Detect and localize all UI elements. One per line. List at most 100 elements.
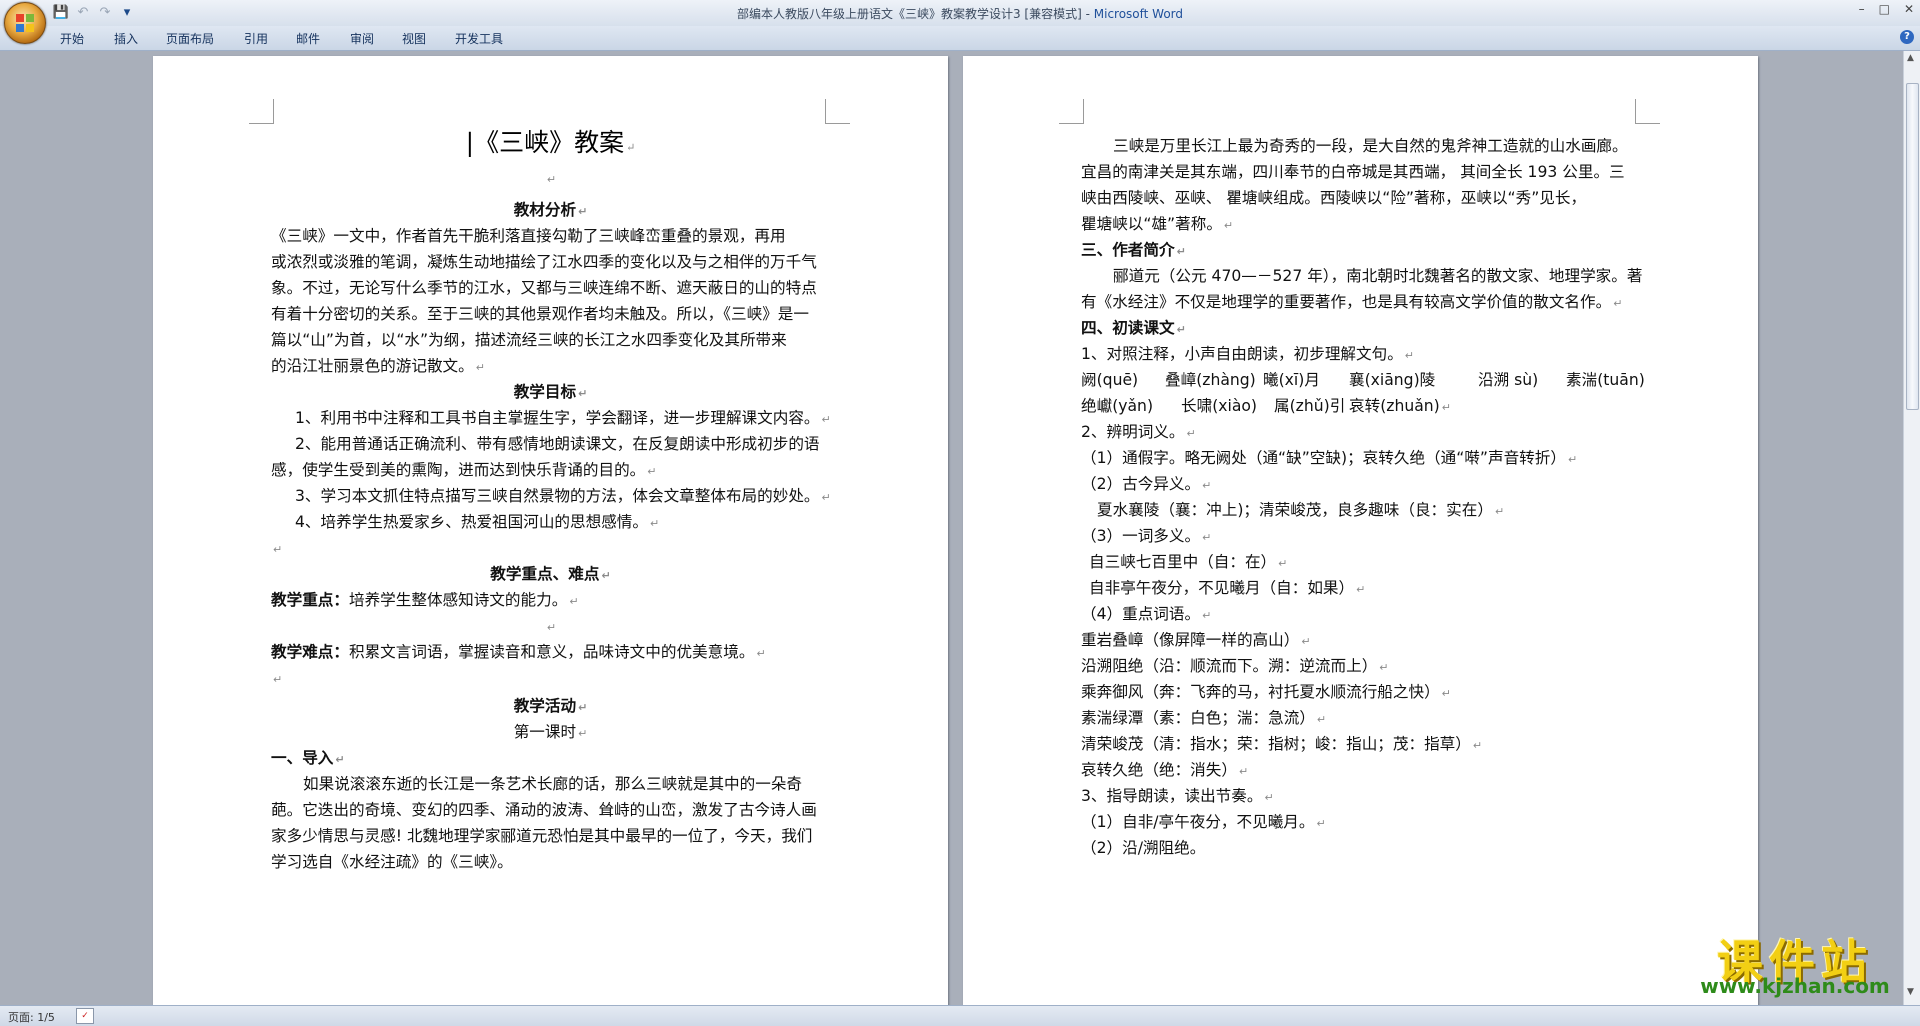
tab-insert[interactable]: 插入	[114, 30, 138, 47]
vocab-item: 乘奔御风（奔：飞奔的马，衬托夏水顺流行船之快） ↵	[1081, 683, 1451, 701]
vocab-item: 重岩叠嶂（像屏障一样的高山） ↵	[1081, 631, 1311, 649]
maximize-button[interactable]: □	[1879, 2, 1890, 16]
paragraph-line: 家多少情思与灵感! 北魏地理学家郦道元恐怕是其中最早的一位了，今天，我们	[271, 827, 813, 845]
heading-textbook-analysis: 教材分析 ↵	[513, 201, 588, 219]
pinyin-item: 哀转(zhuǎn) ↵	[1349, 397, 1451, 415]
goal-item: 1、利用书中注释和工具书自主掌握生字，学会翻译，进一步理解课文内容。 ↵	[295, 409, 831, 427]
vocab-item: 哀转久绝（绝：消失） ↵	[1081, 761, 1249, 779]
paragraph-line: 的沿江壮丽景色的游记散文。 ↵	[271, 357, 485, 375]
difficulty-line: 教学难点：积累文言词语，掌握读音和意义，品味诗文中的优美意境。 ↵	[271, 643, 766, 661]
help-icon[interactable]: ?	[1900, 30, 1914, 44]
window-title-app: Microsoft Word	[1093, 7, 1184, 21]
list-item: （3）一词多义。 ↵	[1081, 527, 1212, 545]
close-button[interactable]: ✕	[1904, 2, 1914, 16]
paragraph-line: 葩。它迭出的奇境、变幻的四季、涌动的波涛、耸峙的山峦，激发了古今诗人画	[271, 801, 817, 819]
crop-mark	[1059, 99, 1084, 124]
paragraph-mark: ↵	[273, 673, 283, 686]
list-item: （1）通假字。略无阙处（通“缺”空缺)；哀转久绝（通“啭”声音转折） ↵	[1081, 449, 1578, 467]
tab-mailings[interactable]: 邮件	[296, 30, 320, 47]
minimize-button[interactable]: –	[1859, 2, 1865, 16]
list-item: 自非亭午夜分，不见曦月（自：如果） ↵	[1089, 579, 1366, 597]
section-intro-heading: 一、导入 ↵	[271, 749, 345, 767]
heading-activities: 教学活动 ↵	[513, 697, 588, 715]
vocab-item: 清荣峻茂（清：指水；荣：指树；峻：指山；茂：指草） ↵	[1081, 735, 1483, 753]
tab-page-layout[interactable]: 页面布局	[166, 30, 214, 47]
tab-view[interactable]: 视图	[402, 30, 426, 47]
title-bar: 💾 ↶ ↷ ▾ 部编本人教版八年级上册语文《三峡》教案教学设计3 [兼容模式] …	[0, 0, 1920, 26]
tab-review[interactable]: 审阅	[350, 30, 374, 47]
paragraph-line: 三峡是万里长江上最为奇秀的一段，是大自然的鬼斧神工造就的山水画廊。	[1113, 137, 1628, 155]
document-page-2: 三峡是万里长江上最为奇秀的一段，是大自然的鬼斧神工造就的山水画廊。 宜昌的南津关…	[963, 56, 1758, 1005]
vertical-scrollbar[interactable]: ▲ ▼	[1903, 51, 1920, 1005]
paragraph-line: 如果说滚滚东逝的长江是一条艺术长廊的话，那么三峡就是其中的一朵奇	[303, 775, 803, 793]
goal-item: 2、能用普通话正确流利、带有感情地朗读课文，在反复朗读中形成初步的语	[295, 435, 820, 453]
lesson-one-label: 第一课时 ↵	[513, 723, 588, 741]
goal-item-cont: 感，使学生受到美的熏陶，进而达到快乐背诵的目的。 ↵	[271, 461, 657, 479]
list-item: 1、对照注释，小声自由朗读，初步理解文句。 ↵	[1081, 345, 1415, 363]
document-title: |《三峡》教案 ↵	[465, 128, 636, 157]
office-button[interactable]	[4, 2, 46, 44]
vocab-item: 素湍绿潭（素：白色；湍：急流） ↵	[1081, 709, 1327, 727]
document-page-1: |《三峡》教案 ↵ ↵ 教材分析 ↵ 《三峡》一文中，作者首先干脆利落直接勾勒了三峡…	[153, 56, 948, 1005]
list-item: （2）古今异义。 ↵	[1081, 475, 1212, 493]
watermark-url: www.kjzhan.com	[1700, 974, 1890, 998]
window-controls: – □ ✕	[1859, 2, 1914, 16]
heading-teaching-goals: 教学目标 ↵	[513, 383, 588, 401]
tab-developer[interactable]: 开发工具	[455, 30, 503, 47]
pinyin-item: 绝巘(yǎn)	[1081, 397, 1154, 415]
paragraph-line: 篇以“山”为首，以“水”为纲，描述流经三峡的长江之水四季变化及其所带来	[271, 331, 787, 349]
list-item: 2、辨明词义。 ↵	[1081, 423, 1196, 441]
tab-references[interactable]: 引用	[244, 30, 268, 47]
list-item: 自三峡七百里中（自：在） ↵	[1089, 553, 1288, 571]
list-item: （1）自非/亭午夜分，不见曦月。 ↵	[1081, 813, 1326, 831]
crop-mark	[249, 99, 274, 124]
paragraph-line: 或浓烈或淡雅的笔调，凝炼生动地描绘了江水四季的变化以及与之相伴的万千气	[271, 253, 817, 271]
list-item: （4）重点词语。 ↵	[1081, 605, 1212, 623]
document-title-text: 《三峡》教案	[474, 128, 625, 157]
paragraph-line: 峡由西陵峡、巫峡、 瞿塘峡组成。西陵峡以“险”著称，巫峡以“秀”见长，	[1081, 189, 1587, 207]
pinyin-item: 素湍(tuān)	[1566, 371, 1645, 389]
paragraph-line: 宜昌的南津关是其东端，四川奉节的白帝城是其西端， 其间全长 193 公里。三	[1081, 163, 1625, 181]
list-item: （2）沿/溯阻绝。	[1081, 839, 1206, 857]
paragraph-mark: ↵	[546, 173, 557, 186]
goal-item: 4、培养学生热爱家乡、热爱祖国河山的思想感情。 ↵	[295, 513, 660, 531]
paragraph-line: 瞿塘峡以“雄”著称。 ↵	[1081, 215, 1234, 233]
window-title: 部编本人教版八年级上册语文《三峡》教案教学设计3 [兼容模式] - Micros…	[0, 5, 1920, 22]
tab-home[interactable]: 开始	[60, 30, 84, 47]
heading-key-points: 教学重点、难点 ↵	[490, 565, 611, 583]
paragraph-line: 《三峡》一文中，作者首先干脆利落直接勾勒了三峡峰峦重叠的景观，再用	[271, 227, 786, 245]
ribbon-tabs: 开始 插入 页面布局 引用 邮件 审阅 视图 开发工具 ?	[0, 26, 1920, 51]
heading-first-reading: 四、初读课文 ↵	[1081, 319, 1186, 337]
pinyin-item: 曦(xī)月	[1263, 371, 1320, 389]
paragraph-line: 学习选自《水经注疏》的《三峡》。	[271, 853, 513, 871]
office-logo-icon	[16, 14, 34, 32]
paragraph-line: 郦道元（公元 470—－527 年），南北朝时北魏著名的散文家、地理学家。著	[1113, 267, 1643, 285]
vocab-item: 沿溯阻绝（沿：顺流而下。溯：逆流而上） ↵	[1081, 657, 1389, 675]
crop-mark	[825, 99, 850, 124]
pinyin-item: 襄(xiāng)陵	[1349, 371, 1436, 389]
paragraph-mark: ↵	[546, 621, 557, 634]
proofing-icon[interactable]: ✓	[76, 1008, 94, 1024]
list-item: 夏水襄陵（襄：冲上)；清荣峻茂，良多趣味（良：实在） ↵	[1097, 501, 1505, 519]
goal-item: 3、学习本文抓住特点描写三峡自然景物的方法，体会文章整体布局的妙处。 ↵	[295, 487, 831, 505]
status-page-count[interactable]: 页面: 1/5	[8, 1009, 55, 1025]
paragraph-line: 有《水经注》不仅是地理学的重要著作，也是具有较高文学价值的散文名作。 ↵	[1081, 293, 1623, 311]
pinyin-item: 阙(quē)	[1081, 371, 1139, 389]
pinyin-item: 叠嶂(zhàng)	[1165, 371, 1256, 389]
paragraph-line: 象。不过，无论写什么季节的江水，又都与三峡连绵不断、遮天蔽日的山的特点	[271, 279, 817, 297]
key-point-line: 教学重点：培养学生整体感知诗文的能力。 ↵	[271, 591, 579, 609]
window-title-doc: 部编本人教版八年级上册语文《三峡》教案教学设计3 [兼容模式] -	[736, 7, 1094, 21]
list-item: 3、指导朗读，读出节奏。 ↵	[1081, 787, 1274, 805]
document-workspace: |《三峡》教案 ↵ ↵ 教材分析 ↵ 《三峡》一文中，作者首先干脆利落直接勾勒了三峡…	[0, 51, 1904, 1005]
pinyin-item: 属(zhǔ)引	[1274, 397, 1346, 415]
scroll-up-icon[interactable]: ▲	[1907, 53, 1914, 63]
crop-mark	[1635, 99, 1660, 124]
pinyin-item: 长啸(xiào)	[1181, 397, 1258, 415]
watermark-logo: 课件站 www.kjzhan.com	[1680, 926, 1910, 998]
paragraph-line: 有着十分密切的关系。至于三峡的其他景观作者均未触及。所以，《三峡》是一	[271, 305, 809, 323]
heading-author: 三、作者简介 ↵	[1081, 241, 1186, 259]
scrollbar-thumb[interactable]	[1906, 83, 1919, 410]
pinyin-item: 沿溯 sù)	[1478, 371, 1539, 389]
paragraph-mark: ↵	[273, 543, 283, 556]
status-bar: 页面: 1/5 ✓	[0, 1005, 1920, 1026]
